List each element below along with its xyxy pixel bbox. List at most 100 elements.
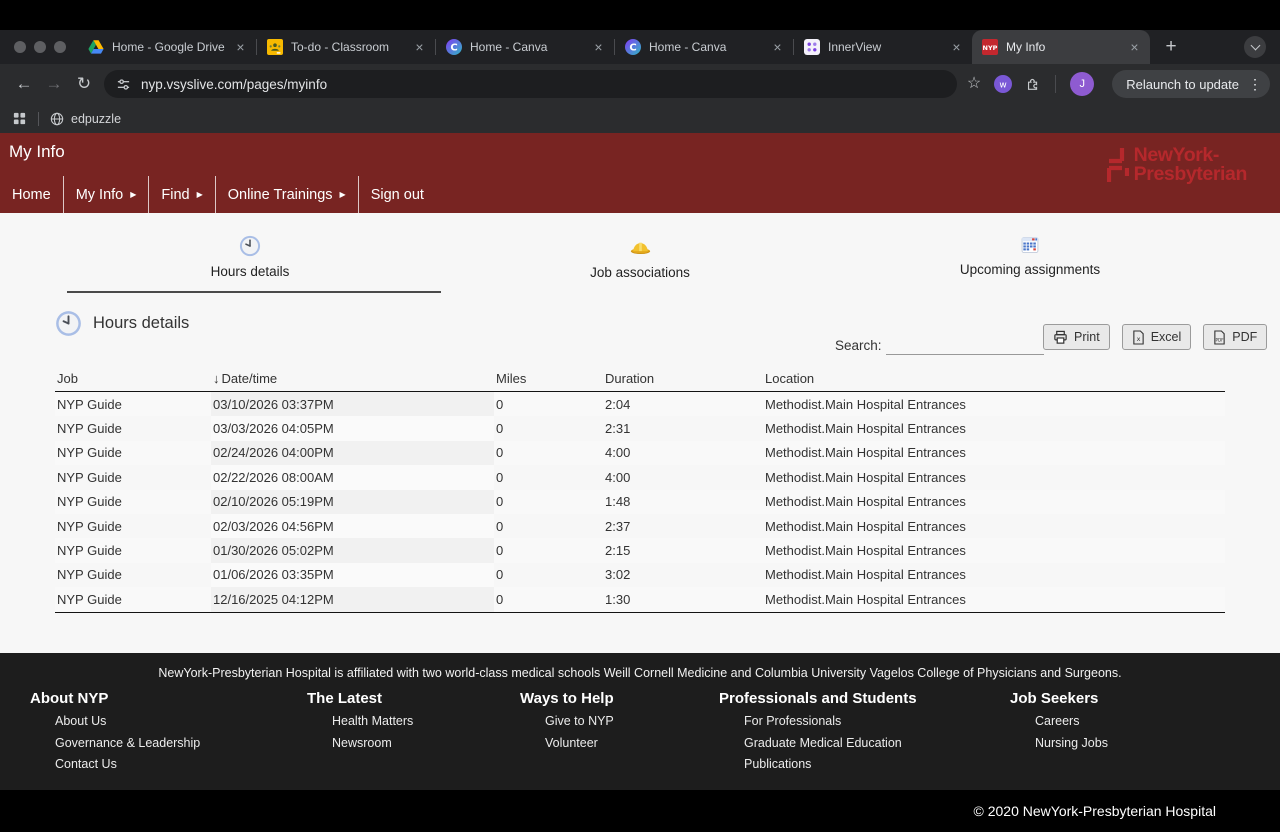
cell-date-time: 02/22/2026 08:00AM — [211, 465, 494, 489]
footer-link[interactable]: Careers — [1035, 714, 1108, 728]
browser-toolbar: ← → ↻ nyp.vsyslive.com/pages/myinfo ☆ w … — [0, 64, 1280, 104]
window-minimize-button[interactable] — [34, 41, 46, 53]
browser-tab[interactable]: CHome - Canva× — [615, 30, 793, 64]
browser-tab-active[interactable]: NYPMy Info× — [972, 30, 1150, 64]
search-input[interactable] — [886, 335, 1044, 355]
svg-text:x: x — [1136, 335, 1140, 343]
tab-close-icon[interactable]: × — [1127, 39, 1142, 55]
table-row[interactable]: NYP Guide02/03/2026 04:56PM02:37Methodis… — [55, 514, 1225, 538]
column-header-duration[interactable]: Duration — [603, 371, 763, 386]
column-header-location[interactable]: Location — [763, 371, 1225, 386]
browser-tab[interactable]: CHome - Canva× — [436, 30, 614, 64]
table-row[interactable]: NYP Guide02/10/2026 05:19PM01:48Methodis… — [55, 490, 1225, 514]
print-button[interactable]: Print — [1043, 324, 1110, 350]
tab-search-button[interactable] — [1244, 36, 1266, 58]
tab-close-icon[interactable]: × — [233, 39, 248, 55]
footer-link[interactable]: Nursing Jobs — [1035, 736, 1108, 750]
footer-link[interactable]: About Us — [55, 714, 200, 728]
nav-item-find[interactable]: Find ▶ — [149, 176, 214, 213]
screen: Home - Google Drive×To-do - Classroom×CH… — [0, 0, 1280, 832]
nav-item-home[interactable]: Home — [0, 176, 63, 213]
section-title: Hours details — [93, 314, 189, 333]
table-row[interactable]: NYP Guide12/16/2025 04:12PM01:30Methodis… — [55, 587, 1225, 611]
table-row[interactable]: NYP Guide01/06/2026 03:35PM03:02Methodis… — [55, 563, 1225, 587]
footer-link[interactable]: Volunteer — [545, 736, 614, 750]
column-label: Miles — [496, 371, 526, 386]
footer-link[interactable]: Contact Us — [55, 757, 200, 771]
table-row[interactable]: NYP Guide03/10/2026 03:37PM02:04Methodis… — [55, 392, 1225, 416]
table-row[interactable]: NYP Guide02/24/2026 04:00PM04:00Methodis… — [55, 441, 1225, 465]
section-header: Hours details — [55, 310, 189, 337]
table-row[interactable]: NYP Guide01/30/2026 05:02PM02:15Methodis… — [55, 538, 1225, 562]
column-header-job[interactable]: Job — [55, 371, 211, 386]
view-tab-hours-details[interactable]: Hours details — [55, 223, 445, 293]
cell-job: NYP Guide — [55, 538, 211, 562]
site-header: My Info HomeMy Info▶Find▶Online Training… — [0, 133, 1280, 213]
footer-link[interactable]: Newsroom — [332, 736, 413, 750]
tab-close-icon[interactable]: × — [412, 39, 427, 55]
footer-heading: Job Seekers — [1010, 690, 1108, 707]
nav-item-my-info[interactable]: My Info▶ — [64, 176, 149, 213]
submenu-arrow-icon: ▶ — [197, 190, 203, 199]
cell-date-time: 03/03/2026 04:05PM — [211, 416, 494, 440]
forward-button[interactable]: → — [40, 70, 68, 98]
purple-ext-icon[interactable]: w — [993, 74, 1013, 94]
nav-label: Find — [161, 187, 189, 203]
footer-link[interactable]: Graduate Medical Education — [744, 736, 917, 750]
view-tab-upcoming-assignments[interactable]: Upcoming assignments — [835, 223, 1225, 293]
table-row[interactable]: NYP Guide02/22/2026 08:00AM04:00Methodis… — [55, 465, 1225, 489]
forward-arrow-icon: → — [46, 74, 63, 94]
table-row[interactable]: NYP Guide03/03/2026 04:05PM02:31Methodis… — [55, 416, 1225, 440]
window-close-button[interactable] — [14, 41, 26, 53]
window-zoom-button[interactable] — [54, 41, 66, 53]
bookmark-edpuzzle[interactable]: edpuzzle — [50, 112, 121, 126]
footer-link[interactable]: Health Matters — [332, 714, 413, 728]
puzzle-icon[interactable] — [1025, 76, 1041, 92]
nav-item-online-trainings[interactable]: Online Trainings▶ — [216, 176, 358, 213]
back-button[interactable]: ← — [10, 70, 38, 98]
pdf-button[interactable]: PDFPDF — [1203, 324, 1267, 350]
footer-link[interactable]: Governance & Leadership — [55, 736, 200, 750]
cell-miles: 0 — [494, 538, 603, 562]
cell-location: Methodist.Main Hospital Entrances — [763, 538, 1225, 562]
relaunch-to-update-button[interactable]: Relaunch to update ⋮ — [1112, 70, 1270, 98]
apps-grid-icon[interactable] — [12, 111, 27, 126]
tab-close-icon[interactable]: × — [591, 39, 606, 55]
svg-text:C: C — [450, 43, 457, 54]
svg-text:C: C — [629, 43, 636, 54]
button-label: Print — [1074, 330, 1100, 344]
cell-miles: 0 — [494, 441, 603, 465]
view-tab-job-associations[interactable]: Job associations — [445, 223, 835, 293]
back-arrow-icon: ← — [16, 74, 33, 94]
footer-link[interactable]: Give to NYP — [545, 714, 614, 728]
cell-location: Methodist.Main Hospital Entrances — [763, 416, 1225, 440]
reload-button[interactable]: ↻ — [70, 70, 98, 98]
globe-icon — [50, 112, 64, 126]
browser-tab[interactable]: To-do - Classroom× — [257, 30, 435, 64]
site-info-icon[interactable] — [116, 77, 131, 92]
address-bar[interactable]: nyp.vsyslive.com/pages/myinfo — [104, 70, 957, 98]
column-header-date-time[interactable]: ↓Date/time — [211, 371, 494, 386]
tab-close-icon[interactable]: × — [770, 39, 785, 55]
tab-close-icon[interactable]: × — [949, 39, 964, 55]
column-header-miles[interactable]: Miles — [494, 371, 603, 386]
nav-item-sign-out[interactable]: Sign out — [359, 176, 436, 213]
browser-tab[interactable]: InnerView× — [794, 30, 972, 64]
svg-text:w: w — [1000, 81, 1007, 91]
cell-duration: 2:37 — [603, 514, 763, 538]
table-search: Search: — [835, 335, 1044, 355]
profile-avatar[interactable]: J — [1070, 72, 1094, 96]
new-tab-button[interactable]: + — [1158, 34, 1184, 60]
cell-job: NYP Guide — [55, 563, 211, 587]
cell-miles: 0 — [494, 490, 603, 514]
browser-menu-icon[interactable]: ⋮ — [1248, 76, 1262, 93]
footer-column-the-latest: The LatestHealth MattersNewsroom — [307, 690, 413, 757]
nyp-logo: NewYork- Presbyterian — [1107, 144, 1247, 186]
excel-button[interactable]: xExcel — [1122, 324, 1192, 350]
browser-tab[interactable]: Home - Google Drive× — [78, 30, 256, 64]
column-label: Duration — [605, 371, 654, 386]
cell-duration: 2:31 — [603, 416, 763, 440]
footer-link[interactable]: Publications — [744, 757, 917, 771]
footer-link[interactable]: For Professionals — [744, 714, 917, 728]
copyright-text: © 2020 NewYork-Presbyterian Hospital — [974, 803, 1216, 819]
